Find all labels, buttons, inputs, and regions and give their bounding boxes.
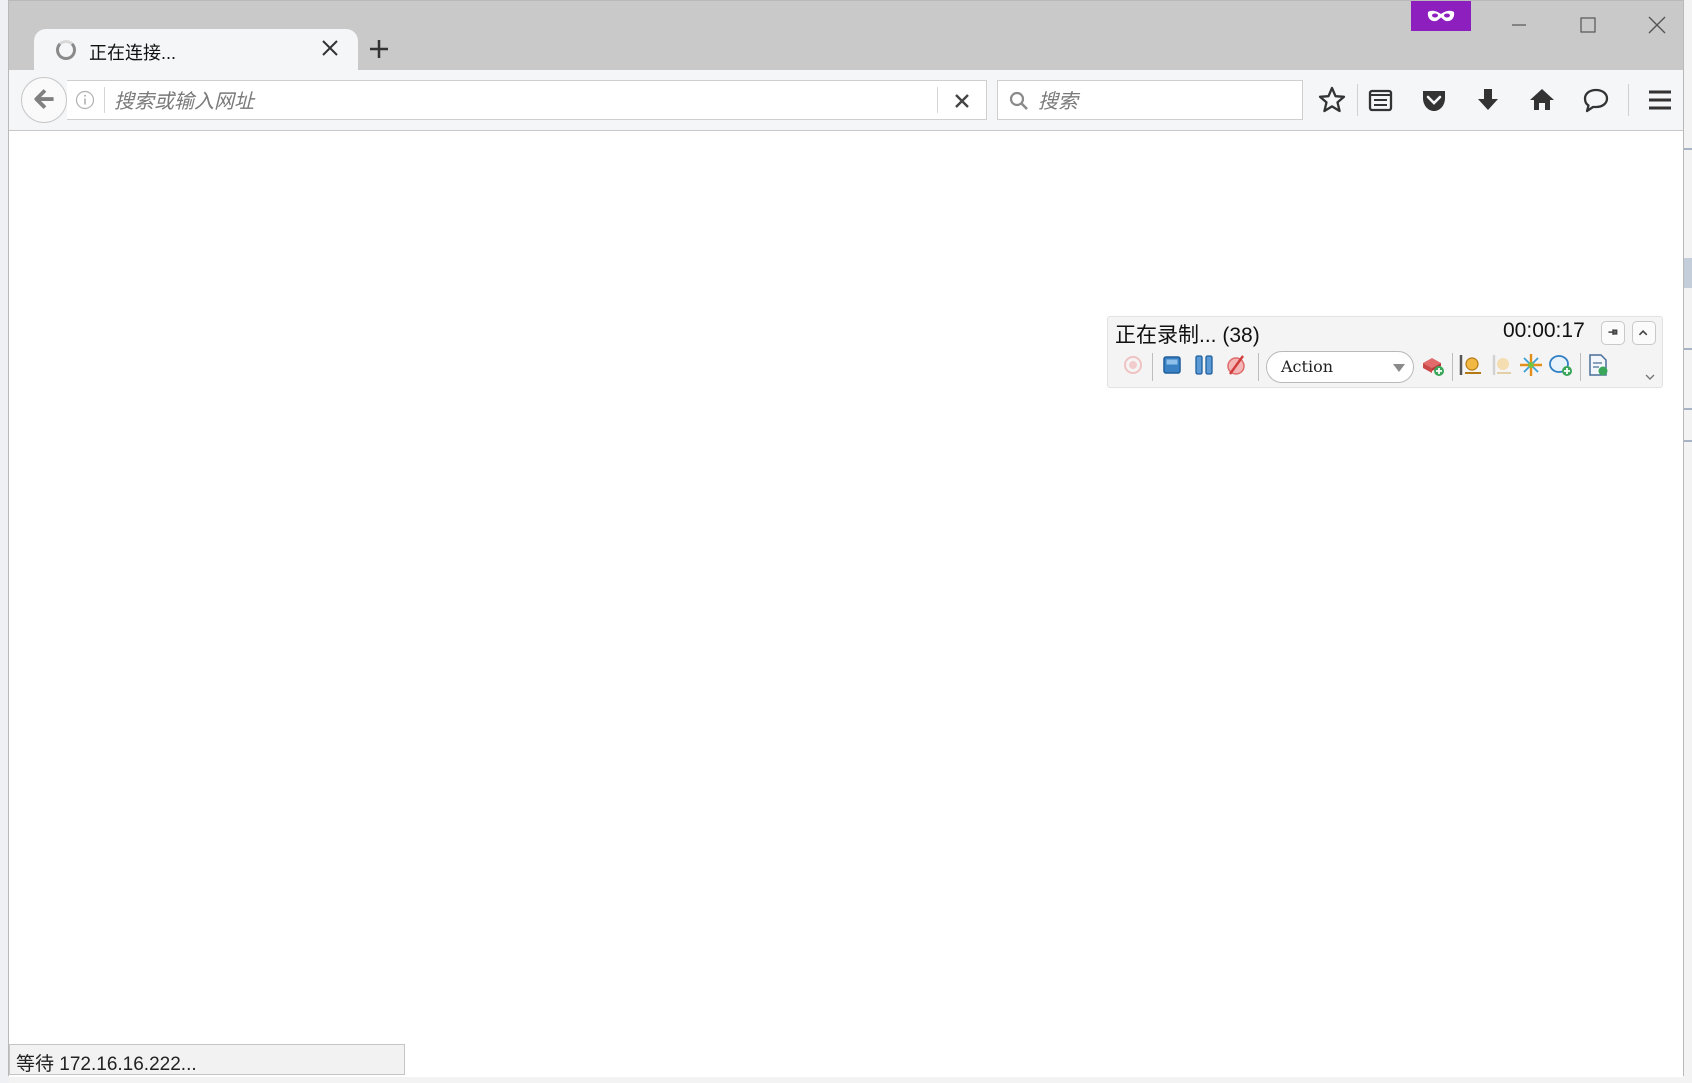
- tab-strip: 正在连接...: [9, 1, 1683, 70]
- browser-window: 正在连接... 搜索或输入网址 搜索 正在录制... (38) 00:00:17…: [8, 0, 1684, 1077]
- chevron-down-icon[interactable]: [1645, 373, 1655, 381]
- toolbar-separator: [1628, 84, 1629, 116]
- desktop-divider: [1684, 148, 1692, 150]
- status-bar: 等待 172.16.16.222...: [9, 1044, 405, 1075]
- add-step-icon[interactable]: [1418, 351, 1446, 379]
- loading-throbber-icon: [56, 40, 76, 60]
- recorder-separator: [1152, 353, 1153, 381]
- spy-icon[interactable]: [1517, 351, 1545, 379]
- download-icon[interactable]: [1468, 80, 1508, 120]
- page-content: [9, 131, 1683, 1077]
- search-input[interactable]: [1036, 85, 1295, 117]
- new-tab-icon[interactable]: [361, 31, 397, 67]
- info-icon[interactable]: [75, 90, 95, 110]
- recording-toolbar: 正在录制... (38) 00:00:17 Action: [1107, 316, 1663, 388]
- minimize-icon[interactable]: [1489, 3, 1549, 45]
- bookmark-star-icon[interactable]: [1312, 80, 1352, 120]
- status-text: 等待 172.16.16.222...: [16, 1054, 197, 1075]
- desktop-divider: [1684, 440, 1692, 442]
- private-mask-icon: [1411, 1, 1471, 31]
- navigation-toolbar: [9, 70, 1683, 131]
- pin-button[interactable]: [1601, 321, 1625, 345]
- stop-icon[interactable]: [1158, 351, 1186, 379]
- desktop-block: [1684, 258, 1692, 288]
- url-separator: [104, 87, 105, 113]
- collapse-button[interactable]: [1632, 321, 1656, 345]
- desktop-divider: [1684, 408, 1692, 410]
- hamburger-menu-icon[interactable]: [1640, 80, 1680, 120]
- checkpoint-icon[interactable]: [1456, 351, 1484, 379]
- add-object-icon[interactable]: [1547, 351, 1575, 379]
- action-dropdown-value: Action: [1281, 357, 1333, 376]
- chat-icon[interactable]: [1576, 80, 1616, 120]
- url-separator: [937, 87, 938, 113]
- tab-connecting[interactable]: 正在连接...: [34, 29, 358, 70]
- back-arrow-icon: [34, 89, 54, 110]
- home-icon[interactable]: [1522, 80, 1562, 120]
- maximize-icon[interactable]: [1558, 3, 1618, 45]
- clear-icon[interactable]: [947, 87, 977, 115]
- action-dropdown[interactable]: Action: [1266, 351, 1414, 383]
- reading-list-icon[interactable]: [1360, 80, 1400, 120]
- pocket-icon[interactable]: [1414, 80, 1454, 120]
- tab-title: 正在连接...: [89, 43, 177, 63]
- tab-close-icon[interactable]: [316, 34, 344, 62]
- pin-icon: [1608, 329, 1618, 335]
- recording-timer: 00:00:17: [1503, 319, 1585, 342]
- output-icon[interactable]: [1486, 351, 1514, 379]
- pause-icon[interactable]: [1190, 351, 1218, 379]
- chevron-up-icon: [1638, 329, 1648, 336]
- close-icon[interactable]: [1627, 3, 1687, 45]
- search-icon: [1009, 91, 1028, 110]
- recording-status: 正在录制... (38): [1115, 324, 1260, 347]
- chevron-down-icon: [1393, 364, 1405, 372]
- back-button[interactable]: [21, 77, 67, 123]
- recorder-separator: [1452, 353, 1453, 381]
- document-icon[interactable]: [1584, 351, 1612, 379]
- record-icon[interactable]: [1119, 351, 1147, 379]
- toolbar-separator: [1357, 84, 1358, 116]
- recorder-separator: [1580, 353, 1581, 381]
- search-bar[interactable]: [997, 80, 1303, 120]
- desktop-divider: [1684, 348, 1692, 350]
- url-input[interactable]: [112, 85, 946, 117]
- address-bar[interactable]: [67, 80, 987, 120]
- disable-icon[interactable]: [1222, 351, 1250, 379]
- recorder-separator: [1258, 353, 1259, 381]
